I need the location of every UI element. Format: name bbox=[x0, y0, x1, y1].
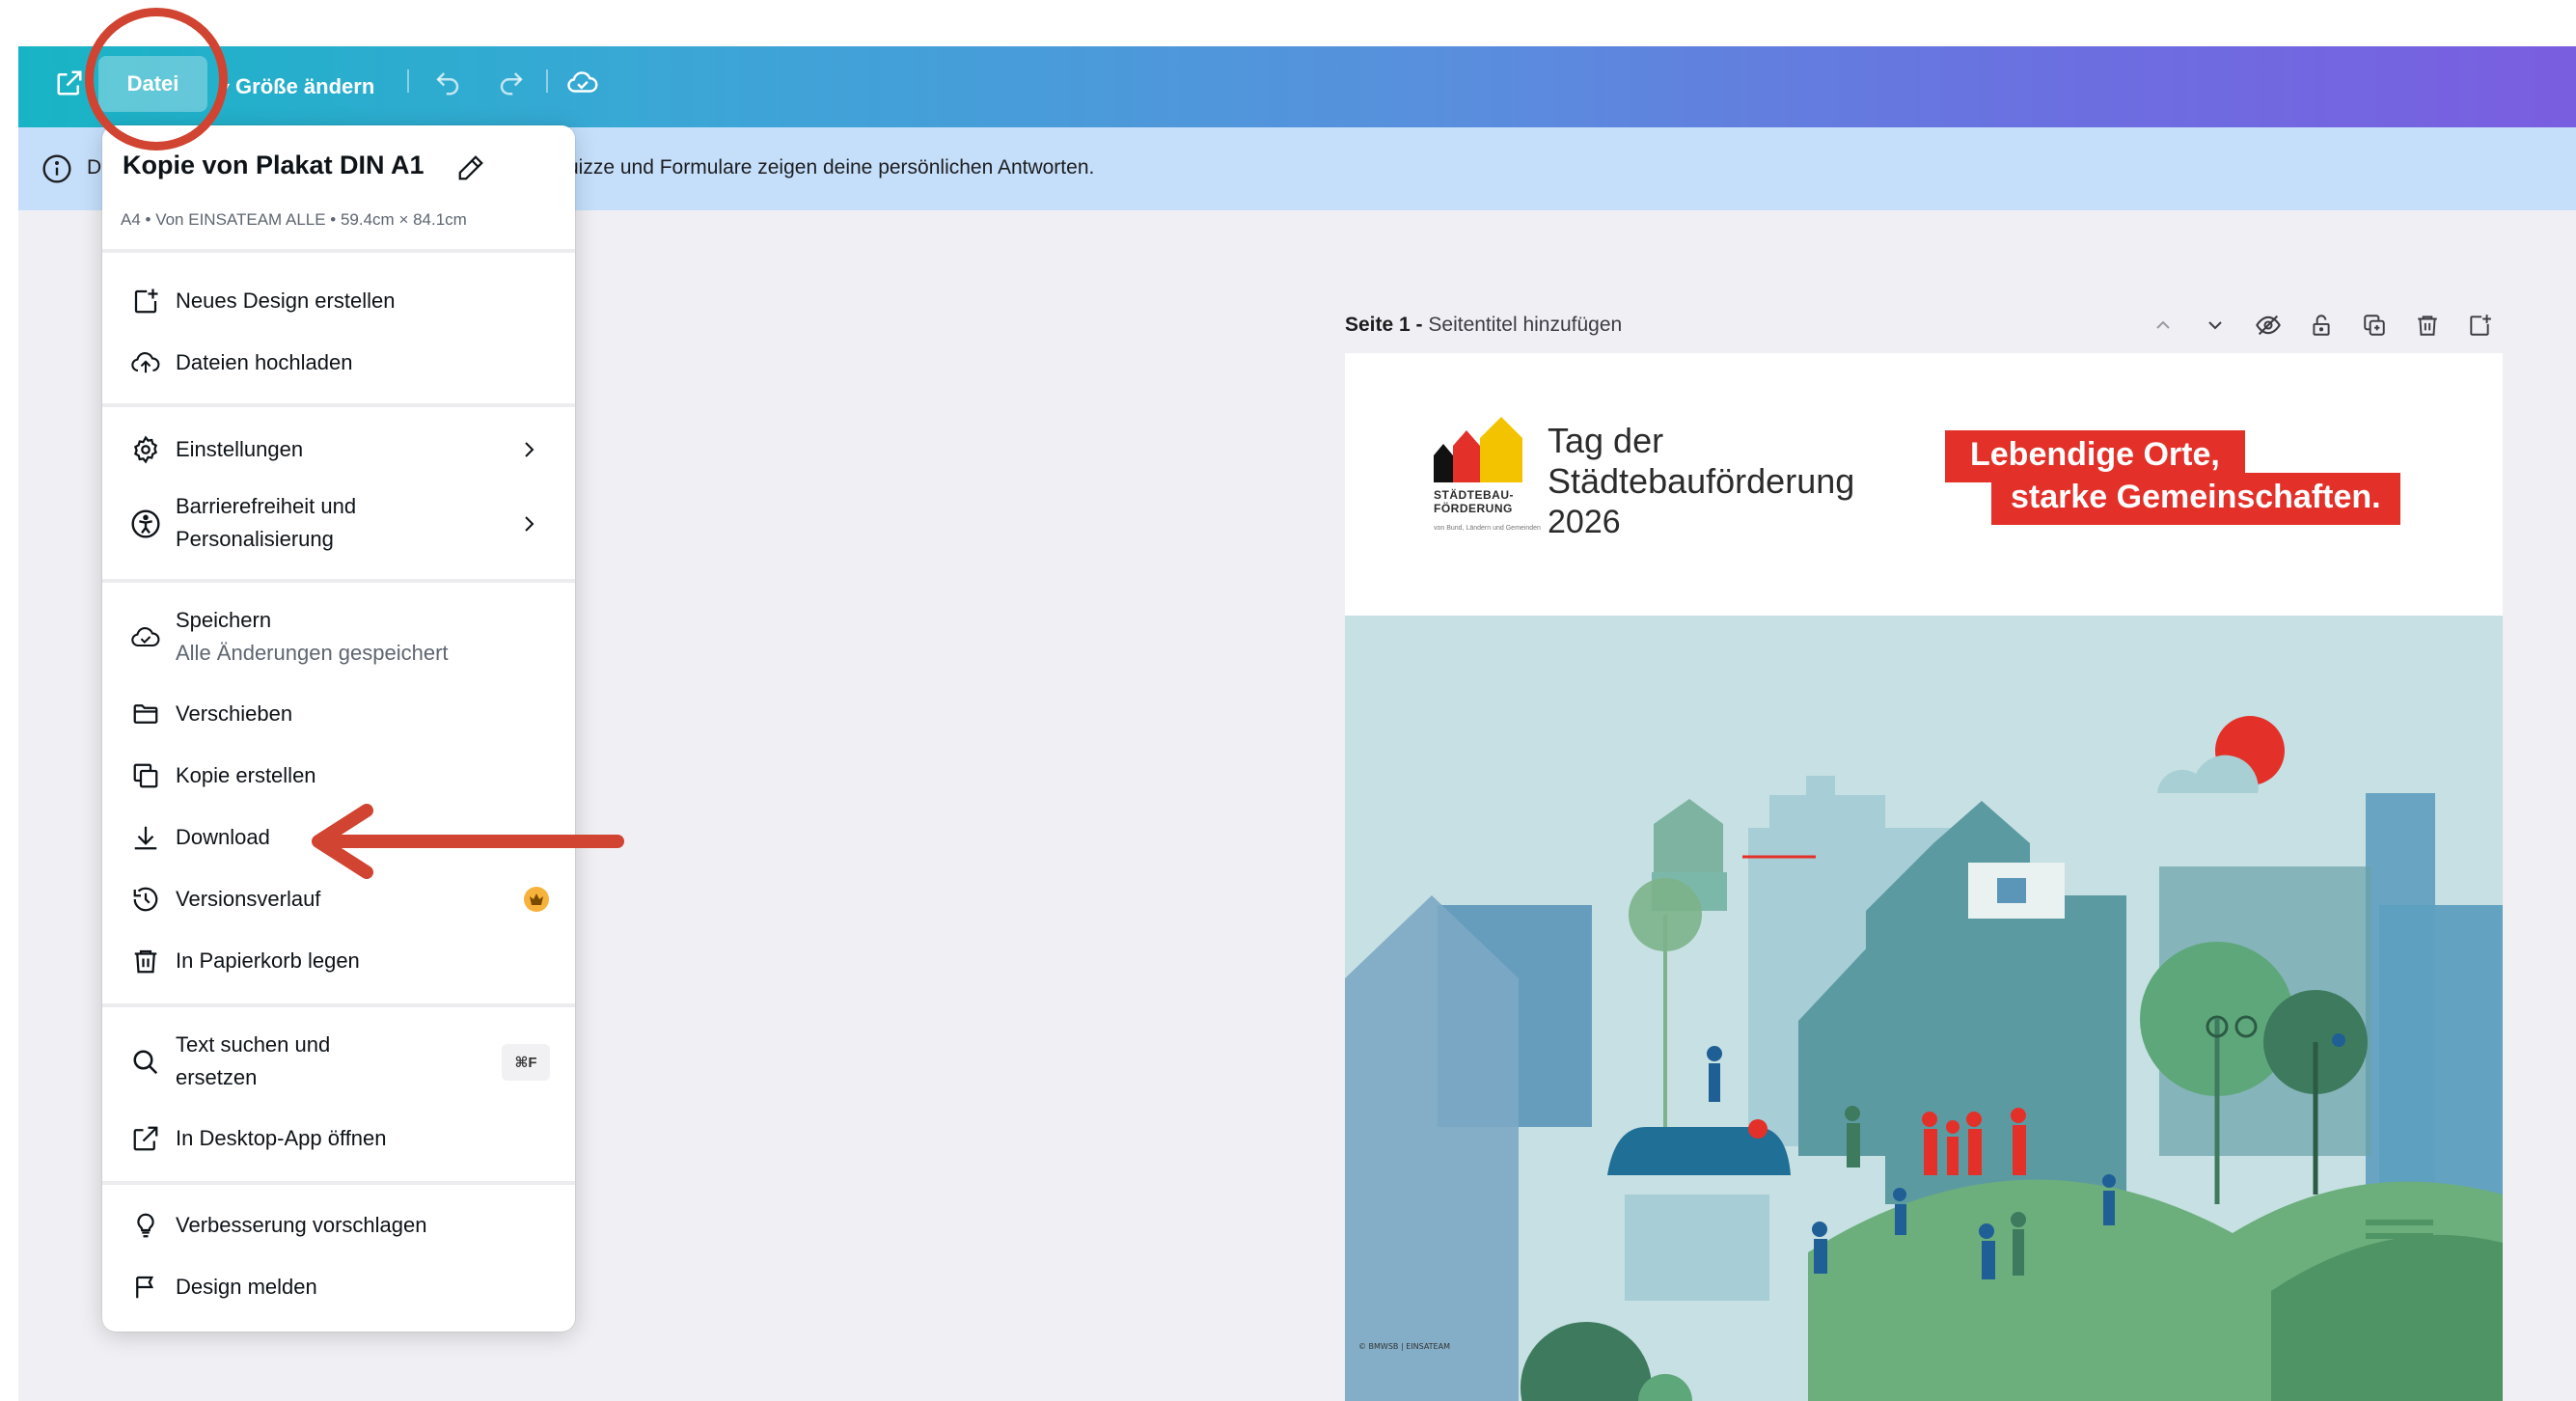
menu-item-label: Text suchen und ersetzen bbox=[176, 1032, 331, 1089]
menu-item-label: In Papierkorb legen bbox=[176, 948, 360, 973]
logo-wordmark: STÄDTEBAU- FÖRDERUNG bbox=[1434, 488, 1514, 515]
flag-icon bbox=[129, 1271, 162, 1304]
undo-icon[interactable] bbox=[428, 64, 467, 102]
download-icon bbox=[129, 821, 162, 854]
poster-header: STÄDTEBAU- FÖRDERUNG von Bund, Ländern u… bbox=[1345, 353, 2503, 616]
menu-divider bbox=[102, 1003, 575, 1007]
crown-icon bbox=[524, 887, 549, 912]
toolbar-divider bbox=[407, 69, 409, 93]
redo-icon[interactable] bbox=[492, 64, 531, 102]
menu-divider bbox=[102, 1181, 575, 1185]
menu-item-label: Design melden bbox=[176, 1275, 317, 1299]
page-title-placeholder[interactable]: Seitentitel hinzufügen bbox=[1428, 314, 1622, 336]
menu-item-label: Speichern Alle Änderungen gespeichert bbox=[176, 608, 449, 665]
menu-item-label: Verbesserung vorschlagen bbox=[176, 1213, 427, 1237]
menu-item-settings[interactable]: Einstellungen bbox=[102, 430, 575, 469]
chevron-right-icon bbox=[525, 516, 534, 532]
menu-item-new-design[interactable]: Neues Design erstellen bbox=[102, 282, 575, 320]
toolbar-divider bbox=[546, 69, 548, 93]
menu-item-label: Neues Design erstellen bbox=[176, 288, 396, 313]
menu-item-version-history[interactable]: Versionsverlauf bbox=[102, 880, 575, 919]
page-header[interactable]: Seite 1 - Seitentitel hinzufügen bbox=[1345, 314, 1622, 337]
keyboard-shortcut: ⌘F bbox=[502, 1044, 550, 1081]
menu-item-trash[interactable]: In Papierkorb legen bbox=[102, 942, 575, 980]
poster-credit: © BMWSB | EINSATEAM bbox=[1358, 1342, 1450, 1351]
page-number: Seite 1 - bbox=[1345, 314, 1423, 336]
menu-item-accessibility[interactable]: Barrierefreiheit und Personalisierung bbox=[102, 488, 575, 560]
design-title[interactable]: Kopie von Plakat DIN A1 bbox=[123, 151, 425, 180]
new-design-icon bbox=[129, 285, 162, 317]
resize-label: Größe ändern bbox=[235, 74, 375, 98]
external-link-icon bbox=[129, 1122, 162, 1155]
add-page-icon[interactable] bbox=[2463, 311, 2496, 340]
trash-icon bbox=[129, 945, 162, 977]
history-icon bbox=[129, 883, 162, 916]
menu-item-label: In Desktop-App öffnen bbox=[176, 1126, 387, 1150]
poster-title: Tag der Städtebauförderung 2026 bbox=[1548, 421, 1855, 540]
menu-item-find-replace[interactable]: Text suchen und ersetzen ⌘F bbox=[102, 1027, 575, 1098]
arrow-annotation bbox=[312, 804, 624, 879]
menu-item-open-desktop[interactable]: In Desktop-App öffnen bbox=[102, 1119, 575, 1158]
menu-item-save[interactable]: Speichern Alle Änderungen gespeichert bbox=[102, 602, 575, 673]
banner-text-start: D bbox=[87, 156, 102, 179]
chevron-down-icon[interactable] bbox=[2199, 311, 2232, 340]
edit-external-icon[interactable] bbox=[50, 64, 89, 102]
menu-divider bbox=[102, 579, 575, 583]
design-meta: A4 • Von EINSATEAM ALLE • 59.4cm × 84.1c… bbox=[121, 210, 467, 229]
lightbulb-icon bbox=[129, 1209, 162, 1242]
design-page[interactable]: STÄDTEBAU- FÖRDERUNG von Bund, Ländern u… bbox=[1345, 353, 2503, 1401]
menu-item-label: Verschieben bbox=[176, 701, 293, 726]
gear-icon bbox=[129, 433, 162, 466]
folder-icon bbox=[129, 698, 162, 730]
hide-page-icon[interactable] bbox=[2252, 311, 2285, 340]
menu-item-label: Kopie erstellen bbox=[176, 763, 316, 787]
search-icon bbox=[129, 1046, 162, 1079]
lock-icon[interactable] bbox=[2305, 311, 2338, 340]
menu-item-label: Einstellungen bbox=[176, 437, 304, 461]
delete-page-icon[interactable] bbox=[2411, 311, 2444, 340]
info-icon bbox=[41, 152, 73, 185]
city-illustration: © BMWSB | EINSATEAM bbox=[1345, 716, 2503, 1401]
menu-item-label: Versionsverlauf bbox=[176, 887, 321, 911]
cloud-saved-icon[interactable] bbox=[563, 64, 602, 102]
menu-item-move[interactable]: Verschieben bbox=[102, 695, 575, 733]
cloud-check-icon bbox=[129, 621, 162, 654]
pencil-icon[interactable] bbox=[453, 151, 488, 185]
accessibility-icon bbox=[129, 508, 162, 540]
menu-divider bbox=[102, 403, 575, 407]
menu-item-label: Dateien hochladen bbox=[176, 350, 353, 374]
chevron-up-icon[interactable] bbox=[2147, 311, 2179, 340]
app-window: Datei ▾ Größe ändern D uizze und Formula… bbox=[0, 0, 2576, 1401]
poster-illustration: © BMWSB | EINSATEAM bbox=[1345, 616, 2503, 1401]
cloud-upload-icon bbox=[129, 346, 162, 379]
menu-item-label: Download bbox=[176, 825, 270, 849]
menu-item-upload[interactable]: Dateien hochladen bbox=[102, 343, 575, 382]
menu-item-report-design[interactable]: Design melden bbox=[102, 1268, 575, 1306]
file-menu: Kopie von Plakat DIN A1 A4 • Von EINSATE… bbox=[102, 125, 575, 1332]
chevron-right-icon bbox=[525, 442, 534, 457]
banner-text: uizze und Formulare zeigen deine persönl… bbox=[567, 156, 1095, 179]
staedtebau-logo-icon bbox=[1434, 417, 1522, 482]
menu-item-suggest-improvement[interactable]: Verbesserung vorschlagen bbox=[102, 1206, 575, 1245]
slogan-line-2: starke Gemeinschaften. bbox=[1991, 473, 2400, 525]
copy-icon bbox=[129, 759, 162, 792]
menu-item-duplicate[interactable]: Kopie erstellen bbox=[102, 756, 575, 795]
logo-tagline: von Bund, Ländern und Gemeinden bbox=[1434, 525, 1541, 532]
top-toolbar bbox=[18, 46, 2576, 127]
menu-divider bbox=[102, 249, 575, 253]
duplicate-page-icon[interactable] bbox=[2358, 311, 2391, 340]
menu-item-label: Barrierefreiheit und Personalisierung bbox=[176, 494, 357, 551]
resize-button[interactable]: ▾ Größe ändern bbox=[222, 46, 374, 127]
highlight-circle-annotation bbox=[85, 8, 228, 151]
